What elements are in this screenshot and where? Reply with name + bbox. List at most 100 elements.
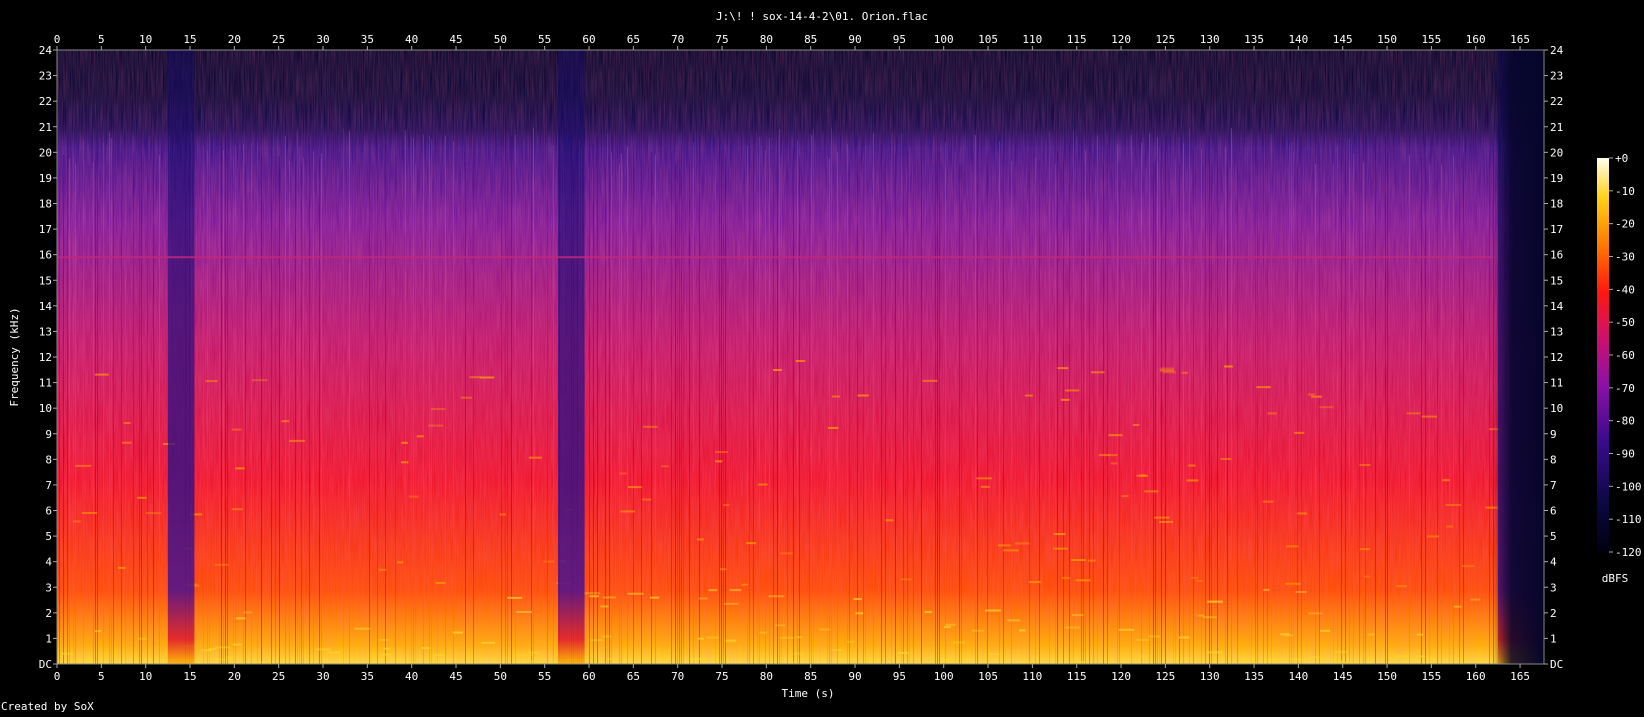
y-tick-label-left: 24 [39,44,53,57]
spectrogram-stripe [209,131,210,664]
spectrogram-stripe [1173,129,1174,664]
spectrogram-harmonic [922,379,938,382]
spectrogram-stripe [437,162,438,664]
spectrogram-stripe [1073,130,1074,664]
spectrogram-stripe [1093,154,1094,664]
spectrogram-harmonic [516,654,533,657]
y-tick-label-left: 14 [39,300,53,313]
x-tick-label-bottom: 125 [1155,670,1175,683]
x-tick-label-bottom: 85 [804,670,817,683]
colorbar [1597,158,1609,552]
x-tick-label-bottom: 110 [1022,670,1042,683]
spectrogram-harmonic [831,649,842,652]
spectrogram-harmonic [796,636,803,639]
y-tick-label-left: 17 [39,223,52,236]
y-tick-label-right: 3 [1550,581,1557,594]
spectrogram-stripe [1333,164,1334,664]
spectrogram-harmonic [435,581,446,584]
spectrogram-harmonic [706,636,719,639]
spectrogram-harmonic [864,657,873,660]
spectrogram-stripe [847,144,848,664]
spectrogram-harmonic [1159,520,1174,523]
spectrogram-harmonic [1108,434,1123,437]
y-tick-label-right: 17 [1550,223,1563,236]
spectrogram-harmonic [1406,412,1421,415]
spectrogram-harmonic [601,635,612,638]
y-tick-label-right: 4 [1550,556,1557,569]
x-tick-label-bottom: 160 [1466,670,1486,683]
y-tick-label-left: 2 [45,607,52,620]
spectrogram-stripe [203,145,204,664]
spectrogram-harmonic [421,647,431,650]
spectrogram-harmonic [435,653,446,656]
spectrogram-stripe [405,130,406,664]
spectrogram-stripe [93,161,94,664]
spectrogram-harmonic [793,652,804,655]
spectrogram-harmonic [1367,633,1375,636]
spectrogram-stripe [1117,144,1118,664]
spectrogram-stripe [885,158,886,664]
spectrogram-stripe [1257,160,1258,664]
spectrogram-harmonic [997,544,1011,547]
x-tick-label-top: 20 [228,33,241,46]
spectrogram-stripe [221,140,222,664]
spectrogram-stripe [243,144,244,664]
spectrogram-harmonic [1064,626,1081,629]
spectrogram-harmonic [121,441,132,444]
spectrogram-harmonic [1087,559,1096,562]
spectrogram-stripe [725,155,726,664]
spectrogram-stripe [1083,130,1084,664]
spectrogram-harmonic [1108,454,1118,457]
spectrogram-stripe [113,145,114,664]
spectrogram-harmonic [201,649,213,652]
spectrogram-stripe [597,138,598,664]
spectrogram-harmonic [606,658,617,661]
spectrogram-harmonic [759,631,767,634]
spectrogram-fadeout [1493,50,1544,664]
spectrogram-stripe [1301,132,1302,664]
spectrogram-harmonic [757,483,768,486]
spectrogram-stripe [75,163,76,664]
spectrogram-harmonic [1154,516,1170,519]
spectrogram-stripe [683,163,684,664]
spectrogram-harmonic [408,495,419,498]
y-tick-label-right: DC [1550,658,1563,671]
x-tick-label-top: 100 [934,33,954,46]
spectrogram-stripe [749,135,750,664]
spectrogram-harmonic [989,653,1001,656]
spectrogram-harmonic [1075,579,1091,582]
spectrogram-harmonic [1071,661,1086,664]
x-tick-label-top: 155 [1421,33,1441,46]
spectrogram-stripe [313,150,314,664]
spectrogram-stripe [799,155,800,664]
spectrogram-stripe [773,164,774,664]
x-tick-label-bottom: 150 [1377,670,1397,683]
spectrogram-harmonic [795,360,806,363]
spectrogram-stripe [1385,136,1386,664]
spectrogram-harmonic [73,520,81,523]
x-tick-label-bottom: 10 [139,670,152,683]
x-tick-label-top: 75 [715,33,728,46]
colorbar-ticks: +0 -10 -20 -30 -40 -50 -60 -70 -80 -90 -100 -110 -12… [1609,152,1642,559]
spectrogram-stripe [505,137,506,664]
spectrogram-harmonic [145,512,162,515]
spectrogram-harmonic [1019,661,1035,664]
y-axis-label: Frequency (kHz) [8,307,21,406]
spectrogram-stripe [1429,162,1430,664]
spectrogram-harmonic [281,420,290,423]
spectrogram-stripe [715,129,716,664]
spectrogram-stripe [297,130,298,664]
x-tick-label-bottom: 130 [1200,670,1220,683]
colorbar-tick-label: -100 [1615,480,1642,493]
spectrogram-stripe [1003,127,1004,664]
spectrogram-harmonic [690,657,707,660]
spectrogram-harmonic [1144,490,1159,493]
spectrogram-harmonic [943,626,951,629]
spectrogram-stripe [1345,142,1346,664]
spectrogram-stripe [811,135,812,664]
spectrogram-harmonic [543,560,554,563]
spectrogram-stripe [465,161,466,664]
spectrogram-harmonic [1294,431,1305,434]
spectrogram-harmonic [714,451,728,454]
y-tick-label-left: 8 [45,453,52,466]
